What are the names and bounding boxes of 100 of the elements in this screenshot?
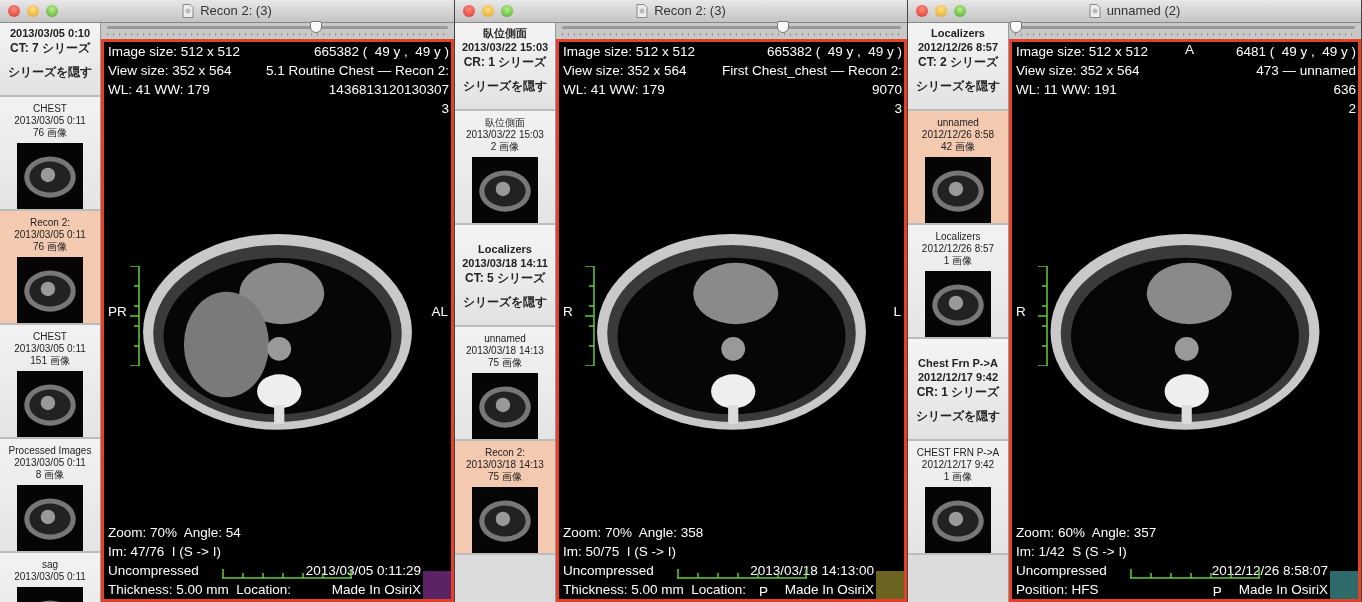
image-viewport[interactable] <box>101 39 454 602</box>
image-viewport[interactable] <box>1009 39 1361 602</box>
scan-thumbnail <box>472 157 538 223</box>
image-count: 2 画像 <box>490 141 520 153</box>
overlay-text: Zoom: 70% Angle: 358 <box>563 524 704 542</box>
study-summary: CR: 1 シリーズ <box>916 385 1000 399</box>
orientation-label: R <box>1016 304 1026 319</box>
series-item[interactable]: CHEST 2013/03/05 0:11 151 画像 <box>0 325 100 439</box>
image-viewport[interactable] <box>556 39 907 602</box>
overlay-text: Thickness: 5.00 mm Location: <box>563 581 747 599</box>
study-header[interactable]: Localizers 2012/12/26 8:57 CT: 2 シリーズ シリーズを隠す <box>908 23 1008 111</box>
overlay-text: Image size: 512 x 512 <box>1016 43 1149 61</box>
document-icon <box>1088 3 1101 18</box>
image-count: 8 画像 <box>35 469 65 481</box>
overlay-text: Im: 47/76 I (S -> I) <box>108 543 221 561</box>
study-header[interactable]: 2013/03/05 0:10 CT: 7 シリーズ シリーズを隠す <box>0 23 100 97</box>
overlay-text: View size: 352 x 564 <box>563 62 687 80</box>
series-item[interactable]: Recon 2: 2013/03/18 14:13 75 画像 <box>455 441 555 555</box>
hide-series-link[interactable]: シリーズを隠す <box>463 78 547 95</box>
study-date: 2013/03/05 0:10 <box>9 27 91 40</box>
slider-thumb[interactable] <box>777 21 790 33</box>
overlay-text: Uncompressed <box>108 562 199 580</box>
series-item[interactable]: Localizers 2012/12/26 8:57 1 画像 <box>908 225 1008 339</box>
hide-series-link[interactable]: シリーズを隠す <box>8 64 92 81</box>
orientation-label: R <box>563 304 573 319</box>
series-item[interactable]: 臥位側面 2013/03/22 15:03 2 画像 <box>455 111 555 225</box>
series-name: CHEST <box>33 103 67 115</box>
overlay-text: 9070 <box>871 81 902 99</box>
study-name: 臥位側面 <box>483 27 527 40</box>
study-name: Localizers <box>478 243 532 256</box>
image-count: 76 画像 <box>33 241 67 253</box>
image-count: 151 画像 <box>30 355 70 367</box>
study-name: Chest Frn P->A <box>918 357 998 370</box>
zoom-button[interactable] <box>954 5 966 17</box>
hide-series-link[interactable]: シリーズを隠す <box>916 408 1000 425</box>
series-date: 2013/03/05 0:11 <box>14 115 86 127</box>
overlay-text: 1436813120130307 <box>328 81 449 99</box>
overlay-text: WL: 41 WW: 179 <box>563 81 665 99</box>
slider-thumb[interactable] <box>1010 21 1022 33</box>
document-icon <box>182 3 195 18</box>
window-title: Recon 2: (3) <box>654 3 726 18</box>
orientation-label: L <box>893 304 901 319</box>
series-name: sag <box>41 559 59 571</box>
study-summary: CR: 1 シリーズ <box>463 55 547 69</box>
image-count: 75 画像 <box>488 471 522 483</box>
orientation-label: AL <box>431 304 448 319</box>
series-name: Localizers <box>935 231 981 243</box>
image-count: 76 画像 <box>33 127 67 139</box>
series-date: 2013/03/18 14:13 <box>466 345 544 357</box>
series-name: 臥位側面 <box>485 117 525 129</box>
series-item[interactable]: CHEST 2013/03/05 0:11 76 画像 <box>0 97 100 211</box>
slider-thumb[interactable] <box>310 21 322 33</box>
series-item[interactable]: Recon 2: 2013/03/05 0:11 76 画像 <box>0 211 100 325</box>
hide-series-link[interactable]: シリーズを隠す <box>916 78 1000 95</box>
study-header[interactable]: Localizers 2013/03/18 14:11 CT: 5 シリーズ シリーズを隠す <box>455 225 555 327</box>
overlay-text: 2013/03/18 14:13:00 <box>750 562 874 580</box>
image-count: 1 画像 <box>943 255 973 267</box>
series-item[interactable]: unnamed 2012/12/26 8:58 42 画像 <box>908 111 1008 225</box>
series-item[interactable]: Processed Images 2013/03/05 0:11 8 画像 <box>0 439 100 553</box>
overlay-text: 473 — unnamed <box>1256 62 1356 80</box>
zoom-button[interactable] <box>46 5 58 17</box>
overlay-text: Im: 1/42 S (S -> I) <box>1016 543 1127 561</box>
series-date: 2013/03/05 0:11 <box>14 457 86 469</box>
scan-thumbnail <box>925 271 991 337</box>
close-button[interactable] <box>916 5 928 17</box>
overlay-text: 5.1 Routine Chest — Recon 2: <box>265 62 449 80</box>
series-item[interactable]: CHEST FRN P->A 2012/12/17 9:42 1 画像 <box>908 441 1008 555</box>
series-name: Recon 2: <box>30 217 70 229</box>
zoom-button[interactable] <box>501 5 513 17</box>
series-name: CHEST <box>33 331 67 343</box>
series-date: 2012/12/26 8:58 <box>921 129 995 141</box>
overlay-text: 665382 ( 49 y , 49 y ) <box>313 43 449 61</box>
overlay-text: 2 <box>1348 100 1356 118</box>
study-date: 2013/03/22 15:03 <box>461 41 549 54</box>
overlay-text: 6481 ( 49 y , 49 y ) <box>1235 43 1356 61</box>
overlay-text: Uncompressed <box>1016 562 1107 580</box>
scan-thumbnail <box>925 157 991 223</box>
overlay-text: Im: 50/75 I (S -> I) <box>563 543 676 561</box>
document-icon <box>636 3 649 18</box>
scan-thumbnail <box>17 485 83 551</box>
study-header[interactable]: 臥位側面 2013/03/22 15:03 CR: 1 シリーズ シリーズを隠す <box>455 23 555 111</box>
series-date: 2012/12/26 8:57 <box>921 243 995 255</box>
scan-thumbnail <box>17 257 83 323</box>
series-name: unnamed <box>937 117 979 129</box>
series-name: CHEST FRN P->A <box>916 447 1000 459</box>
orientation-label: PR <box>108 304 127 319</box>
overlay-text: 3 <box>441 100 449 118</box>
series-date: 2013/03/22 15:03 <box>466 129 544 141</box>
study-header[interactable]: Chest Frn P->A 2012/12/17 9:42 CR: 1 シリーズ シリーズを隠す <box>908 339 1008 441</box>
series-item[interactable]: sag 2013/03/05 0:11 <box>0 553 100 602</box>
close-button[interactable] <box>8 5 20 17</box>
close-button[interactable] <box>463 5 475 17</box>
study-date: 2012/12/26 8:57 <box>917 41 999 54</box>
overlay-text: Made In OsiriX <box>331 581 421 599</box>
series-date: 2013/03/05 0:11 <box>14 571 86 583</box>
overlay-text: Zoom: 70% Angle: 54 <box>108 524 241 542</box>
series-item[interactable]: unnamed 2013/03/18 14:13 75 画像 <box>455 327 555 441</box>
hide-series-link[interactable]: シリーズを隠す <box>463 294 547 311</box>
overlay-text: View size: 352 x 564 <box>108 62 232 80</box>
overlay-text: Uncompressed <box>563 562 654 580</box>
